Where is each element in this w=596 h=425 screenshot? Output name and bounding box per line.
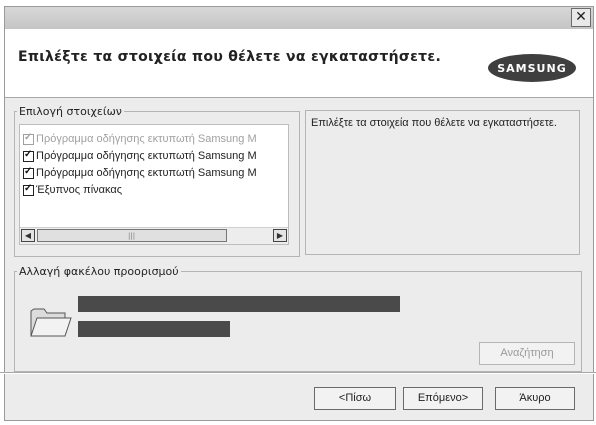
grip-icon: |||	[128, 232, 136, 240]
component-item-2[interactable]: Πρόγραμμα οδήγησης εκτυπωτή Samsung M	[23, 148, 257, 164]
component-list[interactable]: Πρόγραμμα οδήγησης εκτυπωτή Samsung M Πρ…	[19, 124, 289, 245]
back-button[interactable]: <Πίσω	[314, 387, 396, 410]
description-panel: Επιλέξτε τα στοιχεία που θέλετε να εγκατ…	[305, 110, 580, 255]
component-item-4[interactable]: Έξυπνος πίνακας	[23, 182, 122, 198]
checkbox-checked-icon[interactable]	[23, 149, 34, 162]
component-selection-legend: Επιλογή στοιχείων	[19, 105, 122, 118]
destination-path-line-2	[78, 321, 230, 337]
scroll-thumb[interactable]: |||	[37, 229, 227, 242]
scroll-left-icon[interactable]: ◀	[21, 229, 35, 242]
checkbox-checked-icon[interactable]	[23, 132, 34, 145]
samsung-logo: SAMSUNG	[488, 54, 576, 82]
component-item-3[interactable]: Πρόγραμμα οδήγησης εκτυπωτή Samsung M	[23, 165, 257, 181]
horizontal-scrollbar[interactable]: ◀ ||| ▶	[20, 227, 288, 244]
close-button[interactable]: ✕	[571, 8, 591, 27]
browse-button[interactable]: Αναζήτηση	[479, 342, 575, 365]
destination-path-line-1	[78, 296, 400, 312]
folder-icon	[30, 308, 72, 337]
svg-text:SAMSUNG: SAMSUNG	[497, 62, 566, 75]
page-title: Επιλέξτε τα στοιχεία που θέλετε να εγκατ…	[18, 49, 442, 65]
scroll-right-icon[interactable]: ▶	[273, 229, 287, 242]
component-item-label: Πρόγραμμα οδήγησης εκτυπωτή Samsung M	[36, 167, 257, 179]
component-item-label: Πρόγραμμα οδήγησης εκτυπωτή Samsung M	[36, 133, 257, 145]
component-item-label: Πρόγραμμα οδήγησης εκτυπωτή Samsung M	[36, 150, 257, 162]
title-bar[interactable]: ✕	[5, 7, 593, 29]
destination-folder-legend: Αλλαγή φακέλου προορισμού	[19, 265, 179, 278]
component-item-1[interactable]: Πρόγραμμα οδήγησης εκτυπωτή Samsung M	[23, 131, 257, 147]
cancel-button[interactable]: Άκυρο	[495, 387, 575, 410]
header-panel: Επιλέξτε τα στοιχεία που θέλετε να εγκατ…	[5, 29, 593, 98]
footer-divider	[0, 372, 596, 374]
checkbox-checked-icon[interactable]	[23, 166, 34, 179]
next-button[interactable]: Επόμενο>	[403, 387, 483, 410]
component-item-label: Έξυπνος πίνακας	[36, 184, 123, 196]
checkbox-checked-icon[interactable]	[23, 183, 34, 196]
component-description: Επιλέξτε τα στοιχεία που θέλετε να εγκατ…	[311, 117, 557, 129]
